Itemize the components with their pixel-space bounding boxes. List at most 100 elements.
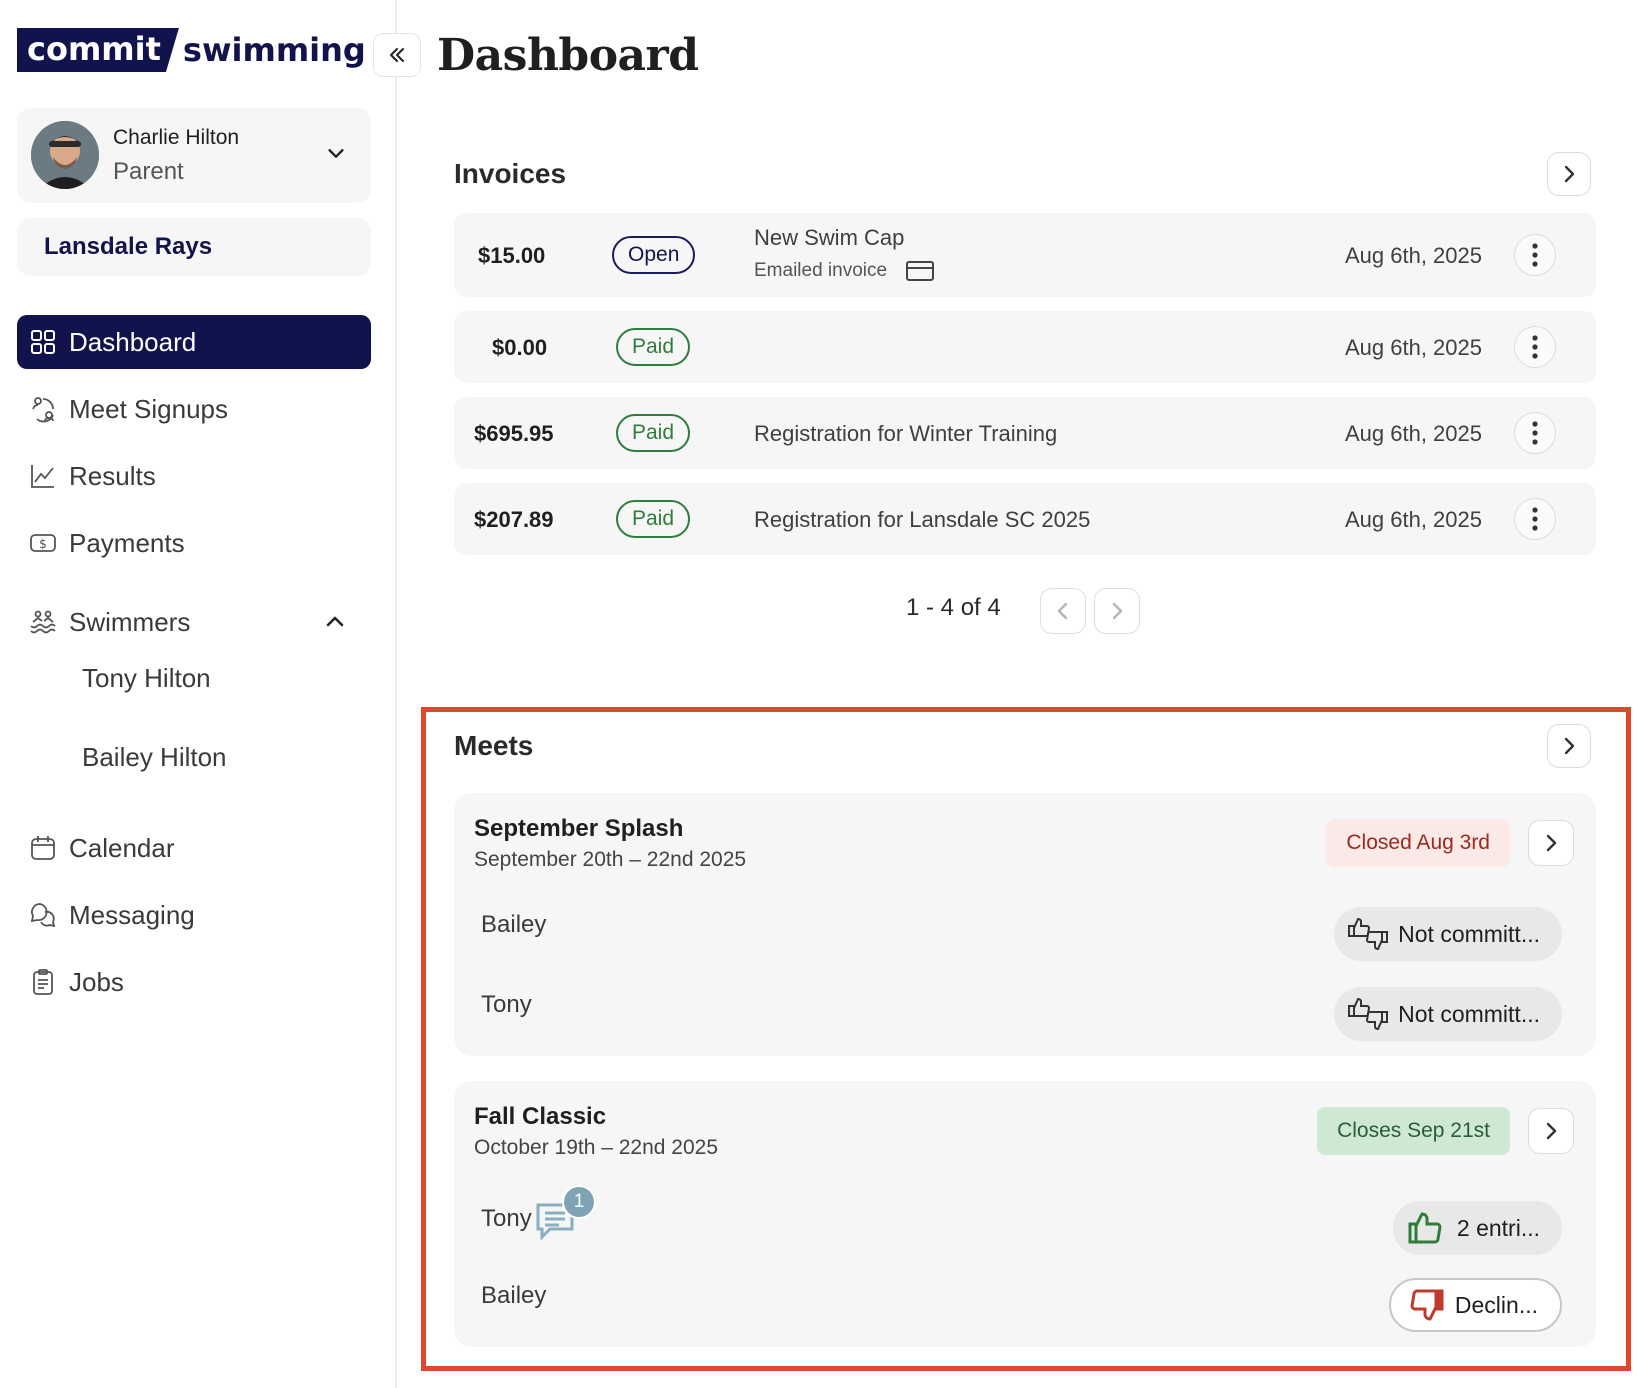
- meet-dates: October 19th – 22nd 2025: [474, 1136, 719, 1159]
- invoice-subtext: Emailed invoice: [754, 259, 935, 283]
- commitment-button[interactable]: Not committ...: [1334, 907, 1562, 961]
- sidebar-item-meet-signups[interactable]: Meet Signups: [17, 382, 371, 436]
- invoice-actions-button[interactable]: [1514, 326, 1556, 368]
- collapse-sidebar-button[interactable]: [373, 33, 421, 77]
- invoice-status-badge: Paid: [616, 500, 691, 538]
- chart-icon: [29, 462, 57, 490]
- grid-icon: [29, 328, 57, 356]
- chevron-right-icon: [1546, 834, 1557, 852]
- invoice-actions-button[interactable]: [1514, 234, 1556, 276]
- commitment-label: Not committ...: [1398, 1000, 1540, 1027]
- calendar-icon: [29, 834, 57, 862]
- credit-card-icon: [906, 261, 935, 281]
- thumbs-up-icon: [1405, 1210, 1449, 1246]
- invoice-status-badge: Open: [612, 236, 696, 274]
- invoice-status-badge: Paid: [616, 414, 691, 452]
- chevron-left-icon: [1057, 602, 1068, 620]
- sidebar: commit swimming Charlie Hilton Parent La…: [0, 0, 397, 1388]
- chevron-right-icon: [1112, 602, 1123, 620]
- pagination-next-button[interactable]: [1094, 588, 1140, 634]
- invoice-amount: $695.95: [474, 421, 554, 446]
- chevron-right-icon: [1546, 1122, 1557, 1140]
- meet-card-september-splash: September Splash September 20th – 22nd 2…: [454, 793, 1596, 1056]
- pagination-prev-button[interactable]: [1040, 588, 1086, 634]
- thumbs-down-icon: [1403, 1287, 1447, 1323]
- sidebar-item-jobs[interactable]: Jobs: [17, 955, 371, 1009]
- commitment-button[interactable]: Declin...: [1388, 1278, 1562, 1332]
- sidebar-item-payments[interactable]: $ Payments: [17, 516, 371, 570]
- invoice-row[interactable]: $0.00 Paid Aug 6th, 2025: [454, 311, 1596, 383]
- chevron-down-icon[interactable]: [325, 142, 347, 164]
- invoice-description: Registration for Winter Training: [754, 421, 1058, 446]
- invoice-amount: $0.00: [492, 335, 548, 360]
- invoice-actions-button[interactable]: [1514, 412, 1556, 454]
- invoice-status-badge: Paid: [616, 328, 691, 366]
- commitment-button[interactable]: 2 entri...: [1392, 1201, 1562, 1255]
- sidebar-item-label: Payments: [69, 527, 185, 558]
- sidebar-item-swimmers[interactable]: Swimmers: [17, 595, 347, 649]
- invoice-date: Aug 6th, 2025: [1344, 335, 1482, 360]
- sidebar-item-messaging[interactable]: Messaging: [17, 888, 371, 942]
- double-chevron-left-icon: [390, 48, 404, 62]
- meet-name: Fall Classic: [474, 1103, 607, 1130]
- commitment-label: Not committ...: [1398, 920, 1540, 947]
- sidebar-item-label: Calendar: [69, 832, 175, 863]
- sidebar-swimmer-bailey[interactable]: Bailey Hilton: [82, 742, 227, 773]
- kebab-menu-icon: [1532, 243, 1538, 267]
- page-title: Dashboard: [437, 30, 699, 81]
- sidebar-item-calendar[interactable]: Calendar: [17, 821, 371, 875]
- commitment-label: Declin...: [1454, 1291, 1538, 1318]
- kebab-menu-icon: [1532, 507, 1538, 531]
- team-name: Lansdale Rays: [44, 233, 213, 260]
- invoice-date: Aug 6th, 2025: [1344, 421, 1482, 446]
- invoice-date: Aug 6th, 2025: [1344, 243, 1482, 268]
- logo-commit: commit: [17, 28, 179, 72]
- meets-view-all-button[interactable]: [1547, 724, 1591, 768]
- commit-swimming-logo[interactable]: commit swimming: [17, 28, 366, 72]
- kebab-menu-icon: [1532, 421, 1538, 445]
- thumbs-up-down-icon: [1346, 916, 1390, 952]
- invoice-row[interactable]: $207.89 Paid Registration for Lansdale S…: [454, 483, 1596, 555]
- sidebar-item-label: Swimmers: [69, 606, 191, 637]
- invoices-view-all-button[interactable]: [1547, 152, 1591, 196]
- logo-swimming: swimming: [182, 31, 366, 69]
- sidebar-item-label: Results: [69, 460, 156, 491]
- commitment-button[interactable]: Not committ...: [1334, 987, 1562, 1041]
- meet-card-fall-classic: Fall Classic October 19th – 22nd 2025 Cl…: [454, 1081, 1596, 1347]
- kebab-menu-icon: [1532, 335, 1538, 359]
- invoice-amount: $15.00: [478, 243, 546, 268]
- sidebar-item-results[interactable]: Results: [17, 449, 371, 503]
- dollar-icon: $: [29, 529, 57, 557]
- sidebar-swimmer-tony[interactable]: Tony Hilton: [82, 663, 211, 694]
- meet-swimmer-name: Tony: [481, 1205, 532, 1232]
- invoices-title: Invoices: [454, 158, 567, 189]
- invoice-description: New Swim Cap: [754, 225, 905, 250]
- meet-details-button[interactable]: [1528, 1108, 1574, 1154]
- chevron-up-icon[interactable]: [323, 610, 347, 634]
- clipboard-icon: [29, 968, 57, 996]
- pagination-label: 1 - 4 of 4: [906, 594, 1001, 621]
- message-count-badge: 1: [562, 1185, 596, 1219]
- invoice-subtext-label: Emailed invoice: [754, 260, 888, 281]
- invoice-row[interactable]: $695.95 Paid Registration for Winter Tra…: [454, 397, 1596, 469]
- commitment-label: 2 entri...: [1456, 1214, 1540, 1241]
- meet-swimmer-name: Tony: [481, 991, 532, 1018]
- chevron-right-icon: [1564, 165, 1575, 183]
- meet-swimmer-name: Bailey: [481, 911, 547, 938]
- team-selector[interactable]: Lansdale Rays: [17, 218, 371, 276]
- invoice-actions-button[interactable]: [1514, 498, 1556, 540]
- sidebar-item-label: Meet Signups: [69, 393, 228, 424]
- meet-swimmer-name: Bailey: [481, 1282, 547, 1309]
- meets-title: Meets: [454, 730, 534, 761]
- meet-name: September Splash: [474, 815, 684, 842]
- sidebar-item-label: Messaging: [69, 899, 195, 930]
- svg-text:$: $: [39, 537, 47, 551]
- sidebar-item-dashboard[interactable]: Dashboard: [17, 315, 371, 369]
- invoice-date: Aug 6th, 2025: [1344, 507, 1482, 532]
- meet-details-button[interactable]: [1528, 820, 1574, 866]
- chevron-right-icon: [1564, 737, 1575, 755]
- meet-dates: September 20th – 22nd 2025: [474, 848, 747, 871]
- invoice-row[interactable]: $15.00 Open New Swim Cap Emailed invoice…: [454, 213, 1596, 297]
- signup-icon: [29, 395, 57, 423]
- user-account-menu[interactable]: Charlie Hilton Parent: [17, 108, 371, 203]
